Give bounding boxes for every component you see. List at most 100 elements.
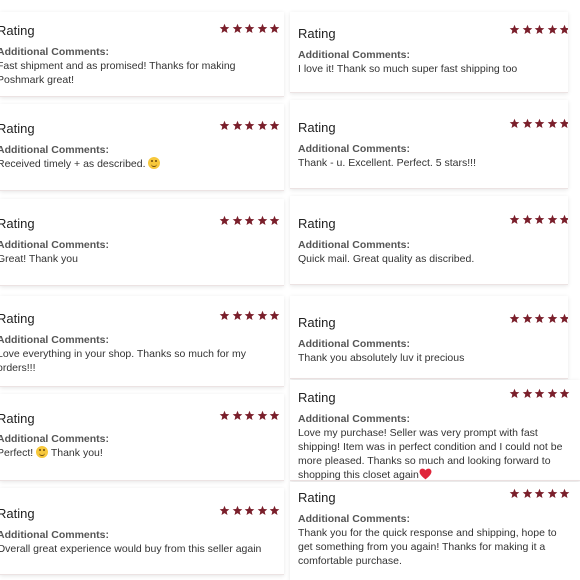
star-icon (219, 120, 230, 131)
star-icon (257, 310, 268, 321)
star-rating (219, 23, 282, 34)
star-rating (509, 118, 568, 129)
star-rating (509, 388, 572, 399)
star-icon (559, 313, 568, 324)
star-icon (509, 24, 520, 35)
review-comment: I love it! Thank so much super fast ship… (298, 63, 518, 75)
star-icon (547, 118, 558, 129)
review-comment: Great! Thank you (0, 253, 78, 265)
star-icon (244, 23, 255, 34)
review-comment: Thank you for the quick response and shi… (298, 527, 557, 567)
star-icon (559, 488, 570, 499)
review-comment: Thank you absolutely luv it precious (298, 352, 465, 364)
star-icon (269, 410, 280, 421)
review-comment: Perfect! Thank you! (0, 446, 277, 460)
rating-label: Rating (0, 216, 35, 231)
star-icon (232, 23, 243, 34)
star-icon (522, 313, 533, 324)
star-icon (534, 313, 545, 324)
review-card: Rating Additional Comments: Love my purc… (290, 380, 580, 481)
additional-comments-label: Additional Comments: (0, 144, 109, 156)
star-icon (509, 488, 520, 499)
star-icon (219, 215, 230, 226)
star-icon (522, 118, 533, 129)
review-card: Rating Additional Comments: I love it! T… (290, 12, 568, 93)
review-card: Rating Additional Comments: Thank - u. E… (290, 100, 568, 189)
review-comment: Love everything in your shop. Thanks so … (0, 348, 247, 374)
star-icon (269, 23, 280, 34)
star-icon (257, 410, 268, 421)
star-icon (534, 388, 545, 399)
star-icon (232, 215, 243, 226)
review-comment: Love my purchase! Seller was very prompt… (298, 426, 580, 480)
smiling-face-icon (148, 157, 161, 169)
star-icon (522, 488, 533, 499)
star-icon (534, 24, 545, 35)
star-icon (547, 24, 558, 35)
star-icon (509, 118, 520, 129)
star-icon (257, 215, 268, 226)
smiling-face-icon (36, 446, 49, 458)
additional-comments-label: Additional Comments: (298, 143, 410, 155)
additional-comments-label: Additional Comments: (0, 433, 109, 445)
review-comment: Thank - u. Excellent. Perfect. 5 stars!!… (298, 157, 476, 169)
review-card: Rating Additional Comments: Fast shipmen… (0, 12, 284, 97)
star-icon (534, 214, 545, 225)
star-icon (257, 23, 268, 34)
star-icon (547, 214, 558, 225)
review-comment: Overall great experience would buy from … (0, 543, 262, 555)
additional-comments-label: Additional Comments: (298, 513, 410, 525)
star-icon (547, 313, 558, 324)
star-icon (509, 313, 520, 324)
review-card: Rating Additional Comments: Thank you fo… (290, 482, 580, 580)
star-icon (257, 120, 268, 131)
star-icon (547, 388, 558, 399)
review-comment-text: Thank you! (50, 447, 103, 459)
rating-label: Rating (0, 311, 35, 326)
review-collage: Rating Additional Comments: Fast shipmen… (0, 0, 580, 580)
star-icon (547, 488, 558, 499)
review-comment-text: Received timely + as described. (0, 158, 146, 170)
star-icon (522, 24, 533, 35)
star-icon (559, 214, 568, 225)
star-icon (559, 24, 568, 35)
star-rating (509, 313, 568, 324)
additional-comments-label: Additional Comments: (0, 46, 109, 58)
rating-label: Rating (0, 506, 35, 521)
review-card: Rating Additional Comments: Received tim… (0, 104, 284, 191)
star-icon (244, 215, 255, 226)
review-card: Rating Additional Comments: Love everyth… (0, 296, 284, 387)
star-rating (219, 410, 282, 421)
star-rating (219, 505, 282, 516)
star-rating (509, 488, 572, 499)
additional-comments-label: Additional Comments: (298, 413, 410, 425)
rating-label: Rating (298, 26, 336, 41)
star-icon (219, 23, 230, 34)
star-icon (509, 388, 520, 399)
additional-comments-label: Additional Comments: (0, 529, 109, 541)
star-icon (244, 410, 255, 421)
star-icon (232, 120, 243, 131)
star-icon (509, 214, 520, 225)
star-rating (509, 24, 568, 35)
additional-comments-label: Additional Comments: (298, 49, 410, 61)
review-comment: Fast shipment and as promised! Thanks fo… (0, 60, 236, 86)
rating-label: Rating (0, 23, 35, 38)
star-icon (244, 120, 255, 131)
red-heart-icon (419, 468, 432, 480)
star-icon (232, 505, 243, 516)
star-icon (219, 310, 230, 321)
review-card: Rating Additional Comments: Perfect! Tha… (0, 394, 284, 481)
star-icon (232, 410, 243, 421)
rating-label: Rating (298, 390, 336, 405)
star-icon (244, 310, 255, 321)
star-icon (219, 410, 230, 421)
star-rating (219, 310, 282, 321)
rating-label: Rating (298, 216, 336, 231)
rating-label: Rating (298, 120, 336, 135)
additional-comments-label: Additional Comments: (298, 338, 410, 350)
star-icon (534, 488, 545, 499)
star-icon (559, 388, 570, 399)
star-icon (269, 505, 280, 516)
review-card: Rating Additional Comments: Thank you ab… (290, 296, 568, 379)
